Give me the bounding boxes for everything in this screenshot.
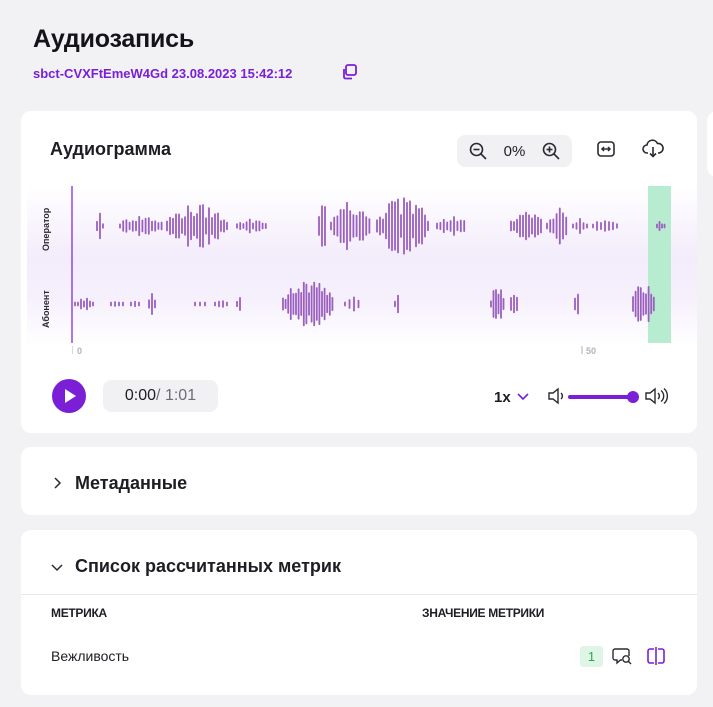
waveform[interactable] (27, 186, 697, 346)
chevron-down-icon[interactable] (50, 560, 64, 574)
waveform-area[interactable]: Оператор Абонент (27, 186, 697, 346)
fit-width-icon[interactable] (594, 137, 618, 161)
playback-speed[interactable]: 1x (494, 389, 511, 406)
metric-name: Вежливость (51, 648, 130, 664)
zoom-in-icon[interactable] (541, 141, 561, 161)
tick-label-50: 50 (586, 346, 597, 356)
metrics-title[interactable]: Список рассчитанных метрик (75, 556, 341, 577)
volume-high-icon[interactable] (644, 387, 674, 405)
volume-slider-thumb[interactable] (627, 391, 639, 403)
time-separator: / (156, 387, 161, 404)
comment-search-icon[interactable] (612, 646, 634, 666)
operator-waveform (96, 197, 666, 255)
chevron-right-icon[interactable] (50, 476, 64, 490)
metrics-card: Список рассчитанных метрик МЕТРИКА ЗНАЧЕ… (21, 530, 697, 695)
cloud-download-icon[interactable] (641, 137, 665, 161)
record-id: sbct-CVXFtEmeW4Gd 23.08.2023 15:42:12 (33, 66, 293, 81)
column-header-value: ЗНАЧЕНИЕ МЕТРИКИ (422, 606, 545, 620)
zoom-control: 0% (457, 135, 572, 167)
timeline-ruler (72, 346, 583, 354)
subscriber-waveform (74, 281, 655, 327)
total-time: 1:01 (164, 387, 197, 404)
time-display: 0:00/ 1:01 (103, 380, 218, 412)
play-icon (65, 389, 76, 403)
volume-low-icon[interactable] (547, 387, 567, 405)
page-title: Аудиозапись (33, 25, 195, 53)
current-time: 0:00 (124, 387, 157, 404)
tick-label-0: 0 (77, 346, 83, 356)
chevron-down-icon[interactable] (516, 391, 530, 403)
metadata-card[interactable]: Метаданные (21, 447, 697, 515)
split-view-icon[interactable] (645, 646, 667, 666)
selection-highlight (648, 186, 671, 343)
side-panel-edge (707, 111, 713, 177)
metric-value-badge: 1 (580, 646, 603, 667)
play-button[interactable] (52, 379, 86, 413)
divider (21, 594, 697, 595)
audiogram-title: Аудиограмма (50, 139, 171, 159)
metadata-title[interactable]: Метаданные (75, 473, 187, 494)
volume-slider[interactable] (568, 395, 636, 399)
audiogram-card: Аудиограмма 0% Оператор Абонент 0 50 0:0… (21, 111, 697, 433)
copy-icon[interactable] (341, 63, 359, 81)
column-header-metric: МЕТРИКА (51, 606, 107, 620)
